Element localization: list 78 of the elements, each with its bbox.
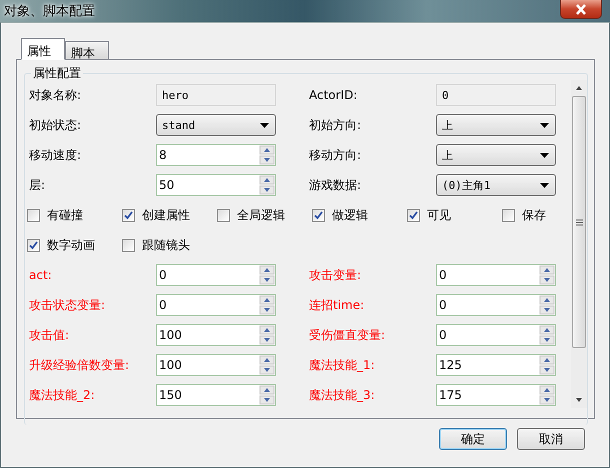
tab[interactable]: 脚本	[65, 41, 109, 59]
dialog-button[interactable]: 取消	[517, 428, 585, 450]
spin-arrows-icon[interactable]	[539, 385, 555, 405]
spin-field[interactable]: 125	[436, 354, 556, 376]
spin-arrows-icon[interactable]	[259, 265, 275, 285]
checkbox-label[interactable]: 有碰撞	[47, 206, 83, 224]
window-title: 对象、脚本配置	[4, 3, 95, 20]
grip-icon	[576, 218, 582, 226]
checkbox-label[interactable]: 保存	[522, 206, 546, 224]
checkbox[interactable]	[27, 238, 40, 252]
field-label: act:	[28, 268, 53, 282]
field-label: 攻击变量:	[308, 266, 362, 284]
checkbox[interactable]	[312, 208, 325, 222]
checkbox-label[interactable]: 全局逻辑	[237, 206, 285, 224]
spin-arrows-icon[interactable]	[259, 295, 275, 315]
readonly-field: hero	[156, 84, 276, 106]
field-label: 层:	[28, 176, 46, 194]
dropdown[interactable]: (0)主角1	[436, 174, 556, 196]
close-icon[interactable]	[574, 4, 588, 14]
spin-arrows-icon[interactable]	[539, 355, 555, 375]
field-label: 攻击状态变量:	[28, 296, 106, 314]
spin-arrows-icon[interactable]	[539, 325, 555, 345]
close-button[interactable]	[560, 0, 602, 19]
spin-arrows-icon[interactable]	[259, 325, 275, 345]
field-label: 初始状态:	[28, 116, 82, 134]
spin-field[interactable]: 8	[156, 144, 276, 166]
dialog-button[interactable]: 确定	[439, 428, 507, 450]
field-label: 魔法技能_1:	[308, 356, 376, 374]
checkbox[interactable]	[27, 208, 40, 222]
field-label: 升级经验倍数变量:	[28, 356, 130, 374]
field-label: 游戏数据:	[308, 176, 362, 194]
spin-arrows-icon[interactable]	[539, 265, 555, 285]
field-label: 攻击值:	[28, 326, 70, 344]
field-label: 初始方向:	[308, 116, 362, 134]
checkbox-label[interactable]: 创建属性	[142, 206, 190, 224]
spin-arrows-icon[interactable]	[259, 175, 275, 195]
field-label: ActorID:	[308, 88, 358, 102]
scrollbar-thumb[interactable]	[572, 96, 586, 348]
dropdown-arrow-icon	[540, 182, 549, 188]
spin-field[interactable]: 175	[436, 384, 556, 406]
tab[interactable]: 属性	[21, 38, 65, 60]
group-title: 属性配置	[31, 65, 83, 82]
spin-arrows-icon[interactable]	[259, 385, 275, 405]
field-label: 移动速度:	[28, 146, 82, 164]
spin-arrows-icon[interactable]	[259, 355, 275, 375]
dropdown[interactable]: 上	[436, 114, 556, 136]
checkbox[interactable]	[217, 208, 230, 222]
checkbox[interactable]	[122, 238, 135, 252]
field-label: 魔法技能_2:	[28, 386, 96, 404]
spin-field[interactable]: 150	[156, 384, 276, 406]
spin-field[interactable]: 100	[156, 324, 276, 346]
dropdown[interactable]: 上	[436, 144, 556, 166]
field-label: 连招time:	[308, 296, 366, 314]
spin-field[interactable]: 0	[156, 264, 276, 286]
checkbox-label[interactable]: 跟随镜头	[142, 236, 190, 254]
checkbox[interactable]	[122, 208, 135, 222]
dropdown[interactable]: stand	[156, 114, 276, 136]
checkbox[interactable]	[407, 208, 420, 222]
spin-field[interactable]: 0	[156, 294, 276, 316]
field-label: 魔法技能_3:	[308, 386, 376, 404]
spin-field[interactable]: 50	[156, 174, 276, 196]
spin-arrows-icon[interactable]	[539, 295, 555, 315]
checkbox-label[interactable]: 做逻辑	[332, 206, 368, 224]
spin-arrows-icon[interactable]	[259, 145, 275, 165]
spin-field[interactable]: 0	[436, 264, 556, 286]
spin-field[interactable]: 0	[436, 294, 556, 316]
field-label: 移动方向:	[308, 146, 362, 164]
dropdown-arrow-icon	[260, 122, 269, 128]
checkbox[interactable]	[502, 208, 515, 222]
spin-field[interactable]: 0	[436, 324, 556, 346]
spin-field[interactable]: 100	[156, 354, 276, 376]
dropdown-arrow-icon	[540, 122, 549, 128]
readonly-field: 0	[436, 84, 556, 106]
checkbox-label[interactable]: 数字动画	[47, 236, 95, 254]
checkbox-label[interactable]: 可见	[427, 206, 451, 224]
dropdown-arrow-icon	[540, 152, 549, 158]
field-label: 受伤僵直变量:	[308, 326, 386, 344]
field-label: 对象名称:	[28, 86, 82, 104]
